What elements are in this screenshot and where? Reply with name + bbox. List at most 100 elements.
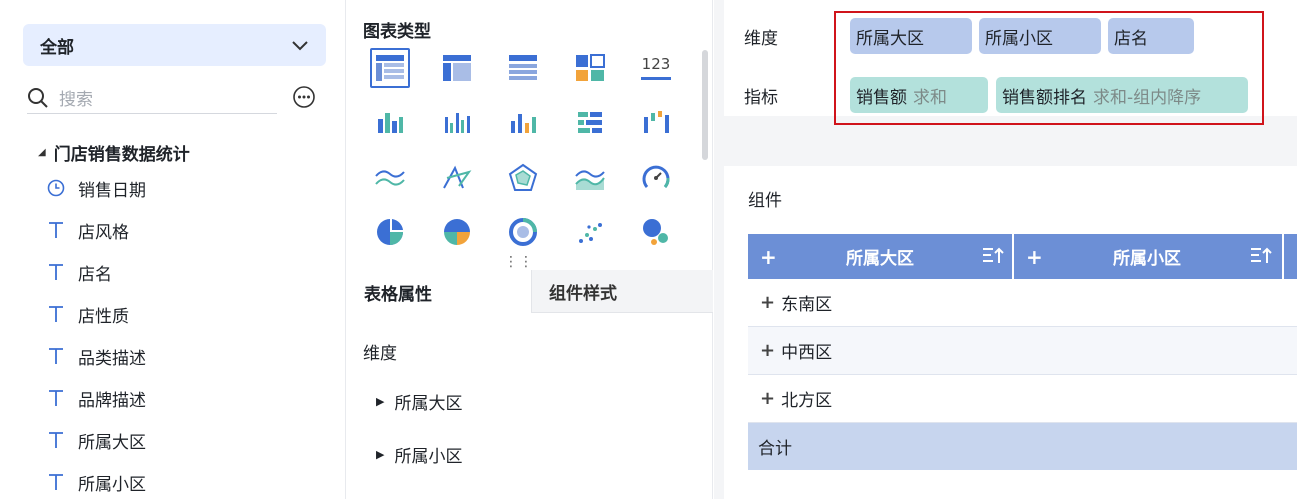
scope-dropdown[interactable]: 全部 [23, 24, 326, 66]
dimension-node-label: 所属小区 [394, 447, 463, 467]
dataset-tree-node[interactable]: ◢ 门店销售数据统计 [38, 140, 190, 165]
field-item-store-style[interactable]: 店风格 [46, 216, 129, 244]
dimension-shelf-label: 维度 [744, 29, 778, 49]
field-label: 销售日期 [78, 180, 146, 201]
grouped-table: + 所属大区 + 所属小区 + 东南区 + 中西区 + 北方区 合计 [748, 234, 1297, 470]
more-options-icon[interactable] [292, 85, 316, 109]
text-type-icon [46, 472, 66, 492]
total-label: 合计 [758, 439, 792, 459]
total-row: 合计 [748, 423, 1297, 470]
rose-chart-icon[interactable] [437, 212, 477, 252]
tab-component-style[interactable]: 组件样式 [531, 270, 713, 313]
scatter-plot-icon[interactable] [570, 212, 610, 252]
header-title: 所属大区 [846, 249, 914, 269]
table-row[interactable]: + 北方区 [748, 375, 1297, 423]
row-label: 北方区 [781, 391, 833, 411]
dimension-chip-big-region[interactable]: 所属大区 [850, 18, 972, 54]
chip-label: 店名 [1114, 28, 1148, 49]
area-chart-icon[interactable] [570, 158, 610, 198]
row-label: 东南区 [781, 295, 833, 315]
waterfall-icon[interactable] [636, 103, 676, 143]
analysis-area: 维度 指标 所属大区 所属小区 店名 销售额 求和 销售额排名 求和-组内降序 … [714, 0, 1297, 499]
component-title: 组件 [748, 191, 782, 211]
field-label: 店名 [78, 264, 112, 285]
text-type-icon [46, 220, 66, 240]
sort-icon[interactable] [1250, 246, 1272, 266]
field-label: 品类描述 [78, 348, 146, 369]
expand-row-icon[interactable]: + [760, 340, 775, 361]
radar-line-icon[interactable] [437, 158, 477, 198]
field-list-panel: 全部 搜索 ◢ 门店销售数据统计 销售日期 店风格 店名 店性质 品类描述 品牌… [0, 0, 345, 499]
chip-label: 销售额排名 [1002, 87, 1087, 108]
expand-triangle-icon: ▶ [376, 448, 385, 461]
crosstab-icon[interactable] [437, 48, 477, 88]
field-label: 所属小区 [78, 474, 146, 495]
search-placeholder: 搜索 [59, 90, 93, 110]
chart-config-panel: 图表类型 123 ⋮⋮ 表格属性 组件样式 维度 ▶ 所属大区 ▶ 所属小区 [345, 0, 713, 499]
field-item-big-region[interactable]: 所属大区 [46, 426, 146, 454]
component-preview-card: 组件 + 所属大区 + 所属小区 + 东南区 + 中西区 + 北方区 合计 [724, 166, 1297, 499]
clock-icon [46, 178, 66, 198]
gauge-icon[interactable] [636, 158, 676, 198]
sort-icon[interactable] [982, 246, 1004, 266]
line-chart-icon[interactable] [370, 158, 410, 198]
text-type-icon [46, 304, 66, 324]
property-tabs: 表格属性 组件样式 [346, 270, 713, 314]
expand-triangle-icon: ▶ [376, 395, 385, 408]
chart-type-title: 图表类型 [363, 22, 431, 42]
tab-table-properties[interactable]: 表格属性 [346, 270, 531, 314]
field-item-category[interactable]: 品类描述 [46, 342, 146, 370]
dimension-node-big-region[interactable]: ▶ 所属大区 [376, 389, 462, 414]
field-item-sales-date[interactable]: 销售日期 [46, 174, 146, 202]
collapse-triangle-icon: ◢ [38, 147, 46, 158]
search-input[interactable]: 搜索 [27, 82, 277, 114]
radar-chart-icon[interactable] [503, 158, 543, 198]
column-divider [1282, 234, 1284, 279]
grouped-table-icon[interactable] [370, 48, 410, 88]
field-label: 店风格 [78, 222, 129, 243]
pie-chart-icon[interactable] [370, 212, 410, 252]
table-header-row: + 所属大区 + 所属小区 [748, 234, 1297, 279]
grouped-bar-icon[interactable] [370, 103, 410, 143]
header-cell-big-region[interactable]: + 所属大区 [748, 234, 1012, 279]
table-row[interactable]: + 东南区 [748, 279, 1297, 327]
donut-chart-icon[interactable] [503, 212, 543, 252]
dimension-node-small-region[interactable]: ▶ 所属小区 [376, 442, 462, 467]
scrollbar[interactable] [702, 50, 708, 160]
scope-dropdown-label: 全部 [40, 37, 74, 58]
header-cell-small-region[interactable]: + 所属小区 [1014, 234, 1280, 279]
column-chart-icon[interactable] [503, 103, 543, 143]
multi-bar-icon[interactable] [437, 103, 477, 143]
table-row[interactable]: + 中西区 [748, 327, 1297, 375]
dataset-name: 门店销售数据统计 [53, 145, 190, 165]
chip-label: 所属大区 [856, 28, 924, 49]
expand-row-icon[interactable]: + [760, 388, 775, 409]
dimension-chip-small-region[interactable]: 所属小区 [979, 18, 1101, 54]
chip-aggregation: 求和-组内降序 [1093, 87, 1202, 108]
detail-table-icon[interactable] [503, 48, 543, 88]
metric-shelf-label: 指标 [744, 88, 778, 108]
horizontal-bar-icon[interactable] [570, 103, 610, 143]
field-item-store-nature[interactable]: 店性质 [46, 300, 129, 328]
search-icon [28, 87, 48, 108]
number-card-icon[interactable]: 123 [636, 48, 676, 88]
expand-row-icon[interactable]: + [760, 292, 775, 313]
bubble-chart-icon[interactable] [636, 212, 676, 252]
drag-handle-icon[interactable]: ⋮⋮ [504, 255, 534, 269]
text-type-icon [46, 346, 66, 366]
chip-label: 销售额 [856, 87, 907, 108]
row-label: 中西区 [781, 343, 833, 363]
kpi-card-icon[interactable] [570, 48, 610, 88]
svg-text:123: 123 [642, 55, 671, 73]
text-type-icon [46, 388, 66, 408]
field-item-brand[interactable]: 品牌描述 [46, 384, 146, 412]
chevron-down-icon [292, 41, 308, 51]
field-item-store-name[interactable]: 店名 [46, 258, 112, 286]
field-item-small-region[interactable]: 所属小区 [46, 468, 146, 496]
dimension-chip-store-name[interactable]: 店名 [1108, 18, 1194, 54]
field-label: 品牌描述 [78, 390, 146, 411]
dimension-node-label: 所属大区 [394, 394, 463, 414]
field-label: 所属大区 [78, 432, 146, 453]
metric-chip-sales-rank[interactable]: 销售额排名 求和-组内降序 [996, 77, 1248, 113]
metric-chip-sales[interactable]: 销售额 求和 [850, 77, 988, 113]
